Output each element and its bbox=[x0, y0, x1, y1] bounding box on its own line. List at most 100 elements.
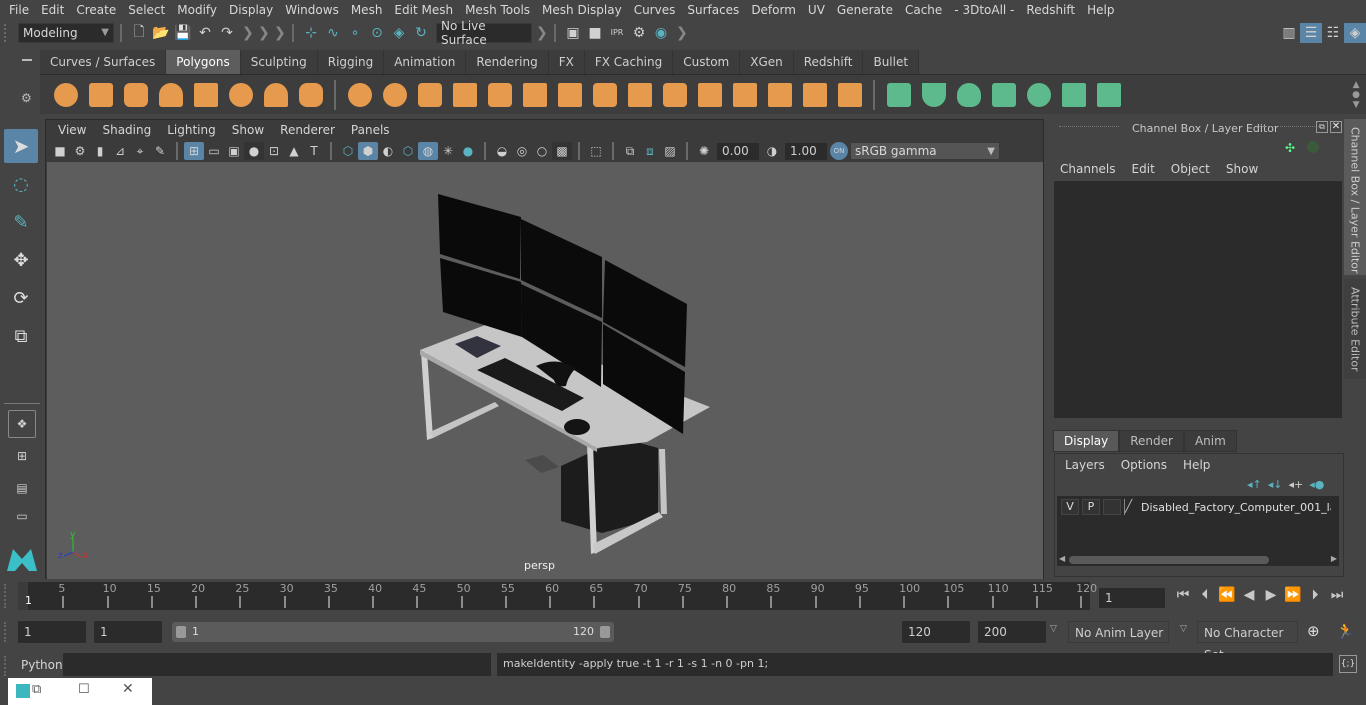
menu-item[interactable]: Modify bbox=[171, 3, 223, 17]
anti-aliasing-icon[interactable]: ○ bbox=[532, 142, 552, 160]
shelf-tab[interactable]: FX Caching bbox=[584, 50, 674, 74]
grip-handle[interactable] bbox=[4, 23, 10, 42]
scale-tool[interactable]: ⧉ bbox=[4, 319, 38, 353]
image-plane-icon[interactable]: ⊿ bbox=[110, 142, 130, 160]
current-frame-field[interactable]: 1 bbox=[1099, 588, 1165, 608]
channel-box-menu-item[interactable]: Show bbox=[1218, 162, 1266, 176]
auto-key-icon[interactable]: ⊕ bbox=[1307, 622, 1320, 640]
character-set-dropdown[interactable]: No Character Set bbox=[1197, 621, 1298, 662]
menu-item[interactable]: Help bbox=[1081, 3, 1120, 17]
uv-editor-icon[interactable] bbox=[1056, 80, 1091, 110]
snap-live-icon[interactable]: ↻ bbox=[410, 23, 432, 43]
insert-loop-icon[interactable] bbox=[727, 80, 762, 110]
time-slider[interactable]: 1 5 10 15 20 25 30 35 40 45 50 55 60 65 70 75 80 85 90 95 1… bbox=[18, 582, 1097, 610]
xray-components-icon[interactable]: ▨ bbox=[660, 142, 680, 160]
render-frame-icon[interactable]: ■ bbox=[584, 23, 606, 43]
menu-item[interactable]: Surfaces bbox=[681, 3, 745, 17]
boolean-icon[interactable] bbox=[762, 80, 797, 110]
color-space-dropdown[interactable]: sRGB gamma ▼ bbox=[850, 142, 1000, 160]
channel-box-menu-item[interactable]: Edit bbox=[1124, 162, 1163, 176]
maximize-window-icon[interactable]: ☐ bbox=[78, 682, 90, 697]
range-start-handle[interactable] bbox=[176, 626, 186, 638]
menu-item[interactable]: Edit Mesh bbox=[388, 3, 459, 17]
field-chart-icon[interactable]: ⊡ bbox=[264, 142, 284, 160]
lasso-tool[interactable]: ◌ bbox=[4, 167, 38, 201]
collapse-arrow-icon[interactable]: ❯ bbox=[676, 24, 688, 42]
target-weld-icon[interactable] bbox=[622, 80, 657, 110]
ipr-render-icon[interactable]: IPR bbox=[606, 23, 628, 43]
menu-item[interactable]: Windows bbox=[279, 3, 345, 17]
grip-handle[interactable] bbox=[1259, 126, 1319, 130]
channel-box-toggle-icon[interactable]: ☰ bbox=[1300, 22, 1322, 43]
layer-tab[interactable]: Render bbox=[1119, 430, 1184, 452]
collapse-arrow-icon[interactable]: ❯ bbox=[258, 24, 270, 42]
menu-item[interactable]: Display bbox=[223, 3, 279, 17]
ambient-occlusion-icon[interactable]: ◒ bbox=[492, 142, 512, 160]
close-window-icon[interactable]: ✕ bbox=[122, 681, 134, 697]
grease-pencil-icon[interactable]: ✎ bbox=[150, 142, 170, 160]
wireframe-icon[interactable]: ⬡ bbox=[338, 142, 358, 160]
viewport-menu-item[interactable]: View bbox=[50, 123, 94, 137]
menu-item[interactable]: Redshift bbox=[1020, 3, 1081, 17]
menu-item[interactable]: Mesh bbox=[345, 3, 389, 17]
grip-handle[interactable] bbox=[4, 656, 16, 676]
snap-point-icon[interactable]: ∘ bbox=[344, 23, 366, 43]
playback-end-field[interactable]: 120 bbox=[902, 621, 970, 643]
step-back-key-icon[interactable]: ⏪ bbox=[1216, 587, 1238, 603]
layer-row[interactable]: V P ╱ Disabled_Factory_Computer_001_laye… bbox=[1057, 496, 1339, 518]
bridge-icon[interactable] bbox=[517, 80, 552, 110]
go-to-start-icon[interactable]: ⏮ bbox=[1172, 587, 1194, 603]
sew-uv-icon[interactable] bbox=[1091, 80, 1126, 110]
depth-of-field-icon[interactable]: ▩ bbox=[552, 142, 572, 160]
display-type-toggle[interactable] bbox=[1103, 499, 1121, 515]
use-all-lights-icon[interactable]: ✳ bbox=[438, 142, 458, 160]
smooth-shade-icon[interactable]: ⬢ bbox=[358, 142, 378, 160]
menu-item[interactable]: Edit bbox=[35, 3, 70, 17]
shelf-settings-icon[interactable]: ⚙ bbox=[21, 91, 32, 105]
float-panel-icon[interactable]: ⧉ bbox=[1316, 121, 1328, 133]
redo-icon[interactable]: ↷ bbox=[216, 23, 238, 43]
open-scene-icon[interactable]: 📂 bbox=[150, 23, 172, 43]
range-end-handle[interactable] bbox=[600, 626, 610, 638]
shelf-scroll[interactable]: ▲ ● ▼ bbox=[1352, 80, 1360, 110]
close-panel-icon[interactable]: ✕ bbox=[1330, 121, 1342, 133]
speed-icon[interactable] bbox=[1307, 141, 1319, 153]
multi-cut-icon[interactable] bbox=[552, 80, 587, 110]
play-backwards-icon[interactable]: ◀ bbox=[1238, 587, 1260, 603]
pyramid-icon[interactable] bbox=[258, 80, 293, 110]
shelf-tab[interactable]: Sculpting bbox=[240, 50, 318, 74]
play-forwards-icon[interactable]: ▶ bbox=[1260, 587, 1282, 603]
automatic-map-icon[interactable] bbox=[986, 80, 1021, 110]
pipe-icon[interactable] bbox=[293, 80, 328, 110]
isolate-select-icon[interactable]: ⬚ bbox=[586, 142, 606, 160]
camera-icon[interactable]: ■ bbox=[50, 142, 70, 160]
layer-name[interactable]: Disabled_Factory_Computer_001_layer bbox=[1141, 501, 1331, 514]
playback-toggle[interactable]: P bbox=[1082, 499, 1100, 515]
step-forward-key-icon[interactable]: ⏩ bbox=[1282, 587, 1304, 603]
shelf-tab[interactable]: Bullet bbox=[863, 50, 920, 74]
menu-item[interactable]: Create bbox=[70, 3, 122, 17]
snap-grid-icon[interactable]: ⊹ bbox=[300, 23, 322, 43]
motion-blur-icon[interactable]: ◎ bbox=[512, 142, 532, 160]
wireframe-on-shaded-icon[interactable]: ⬡ bbox=[398, 142, 418, 160]
chevron-down-icon[interactable]: ▽ bbox=[1050, 624, 1057, 634]
snap-view-plane-icon[interactable]: ⊙ bbox=[366, 23, 388, 43]
single-view-layout[interactable]: ❖ bbox=[8, 410, 36, 438]
shelf-tab[interactable]: Rendering bbox=[466, 50, 549, 74]
grip-handle[interactable] bbox=[1059, 126, 1119, 130]
playback-start-field[interactable]: 1 bbox=[94, 621, 162, 643]
animation-end-field[interactable]: 200 bbox=[978, 621, 1046, 643]
viewport-menu-item[interactable]: Lighting bbox=[159, 123, 224, 137]
shelf-tab[interactable]: Rigging bbox=[317, 50, 385, 74]
modeling-toolkit-icon[interactable]: ▥ bbox=[1278, 23, 1300, 43]
select-tool[interactable]: ➤ bbox=[4, 129, 38, 163]
viewport-menu-item[interactable]: Renderer bbox=[272, 123, 343, 137]
range-slider[interactable]: 1 120 bbox=[172, 622, 614, 642]
script-editor-icon[interactable]: {;} bbox=[1339, 655, 1357, 673]
textured-icon[interactable]: ◍ bbox=[418, 142, 438, 160]
four-view-layout[interactable]: ⊞ bbox=[8, 442, 36, 470]
channel-box-menu-item[interactable]: Channels bbox=[1052, 162, 1124, 176]
shelf-tab[interactable]: Curves / Surfaces bbox=[40, 50, 167, 74]
mirror-icon[interactable] bbox=[412, 80, 447, 110]
gate-mask-icon[interactable]: ● bbox=[244, 142, 264, 160]
